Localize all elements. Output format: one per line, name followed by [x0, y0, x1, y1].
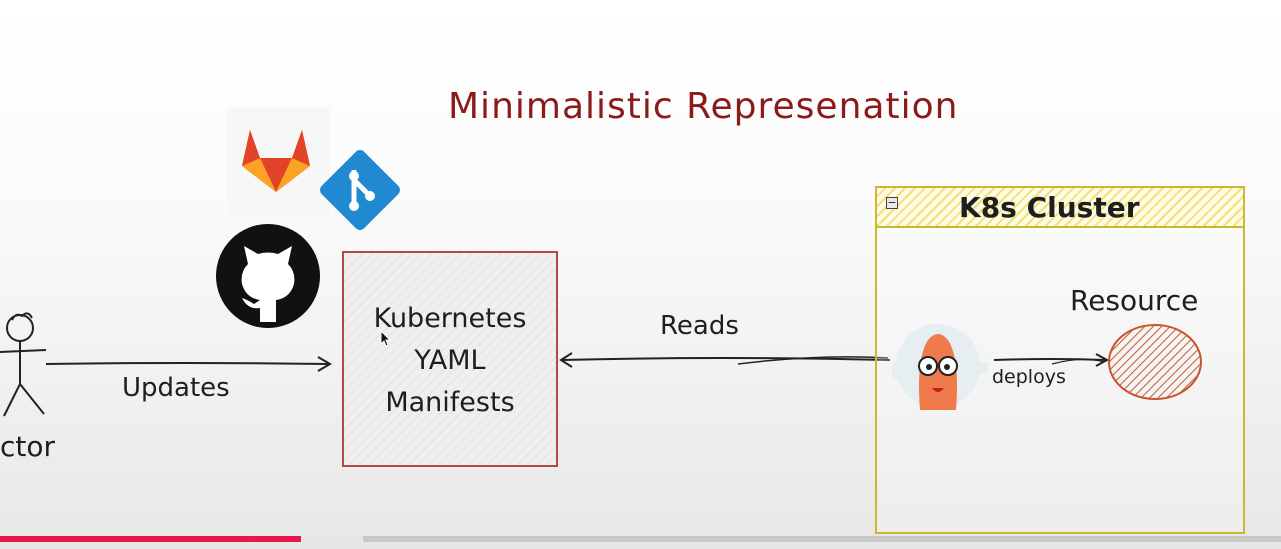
manifest-line: Manifests — [385, 387, 515, 418]
video-progress-bar[interactable] — [0, 536, 1281, 542]
updates-label: Updates — [122, 373, 230, 403]
manifest-line: Kubernetes — [373, 303, 527, 334]
diagram-canvas: Minimalistic Represenation ctor Updates … — [0, 0, 1281, 549]
resource-label: Resource — [1070, 284, 1199, 317]
github-icon — [216, 224, 320, 328]
cluster-header: − K8s Cluster — [877, 188, 1243, 228]
collapse-button[interactable]: − — [886, 197, 898, 209]
reads-label: Reads — [660, 311, 739, 341]
actor-label: ctor — [0, 430, 56, 463]
gitlab-icon — [242, 130, 310, 192]
git-icon — [320, 150, 400, 230]
manifest-line: YAML — [414, 345, 486, 376]
actor-icon — [0, 312, 47, 417]
diagram-title: Minimalistic Represenation — [448, 86, 959, 127]
progress-played — [0, 536, 302, 542]
mouse-cursor-icon — [380, 330, 392, 347]
manifest-text: Kubernetes YAML Manifests — [342, 298, 558, 424]
cluster-title: K8s Cluster — [959, 191, 1140, 224]
argo-icon — [892, 324, 988, 410]
resource-icon — [1108, 324, 1202, 400]
reads-arrow — [559, 352, 891, 368]
deploys-label: deploys — [992, 366, 1066, 388]
